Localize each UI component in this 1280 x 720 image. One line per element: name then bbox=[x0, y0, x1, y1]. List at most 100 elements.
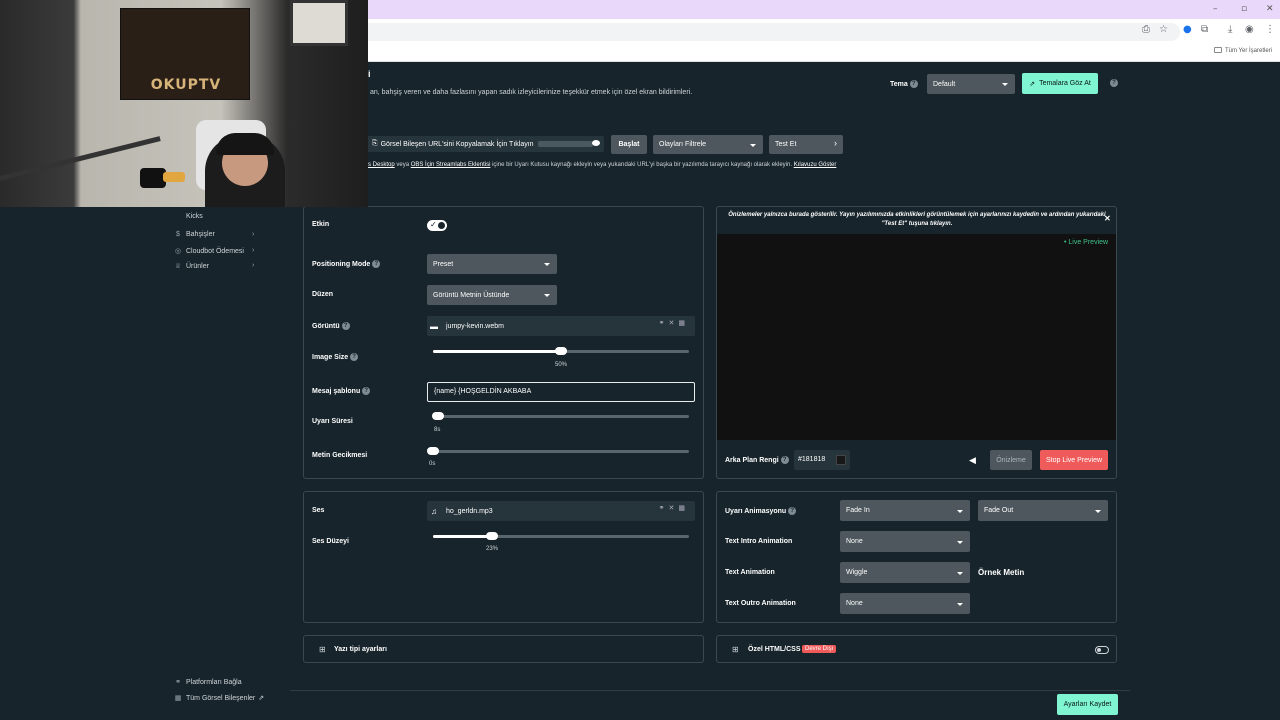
positioning-mode-select[interactable]: Preset bbox=[427, 254, 557, 274]
sample-text: Örnek Metin bbox=[978, 568, 1025, 577]
color-swatch[interactable] bbox=[836, 455, 846, 465]
help-icon[interactable]: ? bbox=[780, 456, 789, 464]
external-link-icon: ⇗ bbox=[1029, 80, 1036, 88]
text-delay-track[interactable] bbox=[433, 450, 689, 453]
message-template-label: Mesaj şablonu ? bbox=[312, 387, 371, 395]
file-actions-icons[interactable]: ⚭✕▦ bbox=[659, 319, 689, 327]
streamlabs-desktop-link[interactable]: s Desktop bbox=[368, 162, 395, 168]
chevron-down-icon bbox=[957, 509, 963, 513]
extensions-puzzle-icon[interactable]: ⧉ bbox=[1201, 24, 1208, 35]
profile-avatar-icon[interactable]: ◉ bbox=[1245, 24, 1254, 35]
footer-divider bbox=[290, 690, 1130, 691]
file-actions-icons[interactable]: ⚭✕▦ bbox=[659, 504, 689, 512]
text-animation-label: Text Animation bbox=[725, 569, 775, 576]
volume-label: Ses Düzeyi bbox=[312, 538, 349, 545]
save-settings-button[interactable]: Ayarları Kaydet bbox=[1057, 694, 1118, 715]
filter-events-select[interactable]: Olayları Filtrele bbox=[653, 135, 763, 154]
text-delay-value: 0s bbox=[429, 461, 436, 467]
alert-duration-track[interactable] bbox=[433, 415, 689, 418]
close-notice-icon[interactable]: ✕ bbox=[1104, 214, 1111, 223]
eye-icon[interactable] bbox=[592, 140, 600, 146]
page-description: an, bahşiş veren ve daha fazlasını yapan… bbox=[370, 89, 693, 96]
expand-icon[interactable]: ⊞ bbox=[319, 645, 326, 654]
expand-icon[interactable]: ⊞ bbox=[732, 645, 739, 654]
close-window-icon[interactable]: ✕ bbox=[1266, 4, 1274, 14]
text-delay-label: Metin Gecikmesi bbox=[312, 452, 368, 459]
sidebar-connect-platforms[interactable]: ⚭ Platformları Bağla bbox=[174, 678, 242, 686]
shirt-icon: ♕ bbox=[174, 263, 182, 270]
bookmark-star-icon[interactable]: ☆ bbox=[1159, 24, 1168, 35]
toggle-knob bbox=[438, 222, 445, 229]
translate-icon[interactable]: ⎙ bbox=[1142, 24, 1150, 35]
show-guide-link[interactable]: Kılavuzu Göster bbox=[794, 162, 837, 168]
all-bookmarks-button[interactable]: Tüm Yer İşaretleri bbox=[1214, 47, 1272, 54]
layout-select[interactable]: Görüntü Metnin Üstünde bbox=[427, 285, 557, 305]
volume-slider-handle[interactable] bbox=[485, 532, 498, 540]
help-icon[interactable]: ? bbox=[341, 322, 350, 330]
minimize-icon[interactable]: – bbox=[1213, 4, 1218, 14]
alert-animation-label: Uyarı Animasyonu ? bbox=[725, 507, 797, 515]
text-intro-animation-select[interactable]: None bbox=[840, 531, 970, 552]
help-icon[interactable]: ? bbox=[909, 80, 918, 88]
theme-label: Tema ? bbox=[890, 80, 918, 88]
obs-plugin-link[interactable]: OBS İçin Streamlabs Eklentisi bbox=[411, 162, 491, 168]
sidebar-item-products[interactable]: ♕ Ürünler › bbox=[174, 262, 254, 270]
image-file-input[interactable]: ▬ jumpy-kevin.webm ⚭✕▦ bbox=[427, 316, 695, 336]
chevron-right-icon: › bbox=[252, 262, 255, 269]
chevron-down-icon bbox=[957, 571, 963, 575]
help-icon[interactable]: ? bbox=[362, 387, 371, 395]
preview-button[interactable]: Önizleme bbox=[990, 450, 1032, 470]
enabled-toggle[interactable]: ✓ bbox=[427, 220, 447, 231]
image-size-slider-handle[interactable] bbox=[555, 347, 567, 355]
text-intro-animation-label: Text Intro Animation bbox=[725, 538, 793, 545]
sidebar-item-kicks[interactable]: Kicks bbox=[174, 213, 203, 220]
image-size-label: Image Size ? bbox=[312, 353, 359, 361]
volume-icon[interactable]: ◀ bbox=[969, 455, 976, 466]
extension-icon[interactable]: ● bbox=[1183, 24, 1192, 35]
maximize-icon[interactable]: ▫ bbox=[1241, 4, 1247, 14]
webcam-poster: OKUPTV bbox=[120, 8, 250, 100]
animation-in-select[interactable]: Fade In bbox=[840, 500, 970, 521]
help-icon[interactable]: ? bbox=[788, 507, 797, 515]
text-animation-select[interactable]: Wiggle bbox=[840, 562, 970, 583]
sidebar-all-widgets[interactable]: ▦ Tüm Görsel Bileşenler ⇗ bbox=[174, 694, 264, 702]
music-note-icon: ♫ bbox=[431, 506, 437, 516]
check-icon: ✓ bbox=[430, 220, 437, 229]
enabled-label: Etkin bbox=[312, 221, 330, 228]
browse-themes-button[interactable]: ⇗ Temalara Göz At bbox=[1022, 73, 1098, 94]
help-icon[interactable]: ? bbox=[350, 353, 359, 361]
alert-duration-slider-handle[interactable] bbox=[432, 412, 445, 420]
message-template-input[interactable]: {name} {HOŞGELDİN AKBABA bbox=[427, 382, 695, 402]
test-select[interactable]: Test Et › bbox=[769, 135, 843, 154]
launch-button[interactable]: Başlat bbox=[611, 135, 647, 154]
copy-icon: ⎘ bbox=[372, 140, 378, 147]
custom-html-toggle[interactable] bbox=[1095, 646, 1109, 654]
layout-label: Düzen bbox=[312, 291, 333, 298]
sidebar-item-tips[interactable]: $ Bahşişler › bbox=[174, 231, 254, 238]
copy-widget-url-button[interactable]: ⎘ Görsel Bileşen URL'sini Kopyalamak İçin… bbox=[364, 136, 604, 152]
poster-logo-text: OKUPTV bbox=[150, 77, 222, 93]
preview-notice: Önizlemeler yalnızca burada gösterilir. … bbox=[728, 212, 1106, 227]
download-icon[interactable]: ⤓ bbox=[1228, 24, 1232, 35]
background-color-input[interactable]: #181818 bbox=[794, 450, 850, 470]
theme-select[interactable]: Default bbox=[927, 74, 1015, 94]
text-delay-slider-handle[interactable] bbox=[427, 447, 439, 455]
chevron-right-icon: › bbox=[252, 231, 255, 238]
chevron-down-icon bbox=[957, 540, 963, 544]
chevron-down-icon bbox=[544, 294, 550, 297]
help-icon[interactable]: ? bbox=[372, 260, 381, 268]
text-outro-animation-select[interactable]: None bbox=[840, 593, 970, 614]
address-bar[interactable] bbox=[360, 23, 1180, 41]
positioning-mode-label: Positioning Mode ? bbox=[312, 260, 381, 268]
sound-file-input[interactable]: ♫ ho_gerldn.mp3 ⚭✕▦ bbox=[427, 501, 695, 521]
volume-value: 23% bbox=[486, 546, 499, 552]
disabled-badge: Devre Dışı bbox=[802, 645, 837, 653]
stop-live-preview-button[interactable]: Stop Live Preview bbox=[1040, 450, 1108, 470]
help-icon[interactable]: ? bbox=[1110, 79, 1118, 87]
animation-out-select[interactable]: Fade Out bbox=[978, 500, 1108, 521]
live-preview-area bbox=[717, 234, 1116, 440]
bot-icon: ◎ bbox=[174, 248, 182, 255]
browser-menu-icon[interactable]: ⋮ bbox=[1265, 24, 1275, 35]
sidebar-item-cloudbot[interactable]: ◎ Cloudbot Ödemesi › bbox=[174, 247, 254, 255]
link-icon: ⚭ bbox=[175, 679, 181, 686]
